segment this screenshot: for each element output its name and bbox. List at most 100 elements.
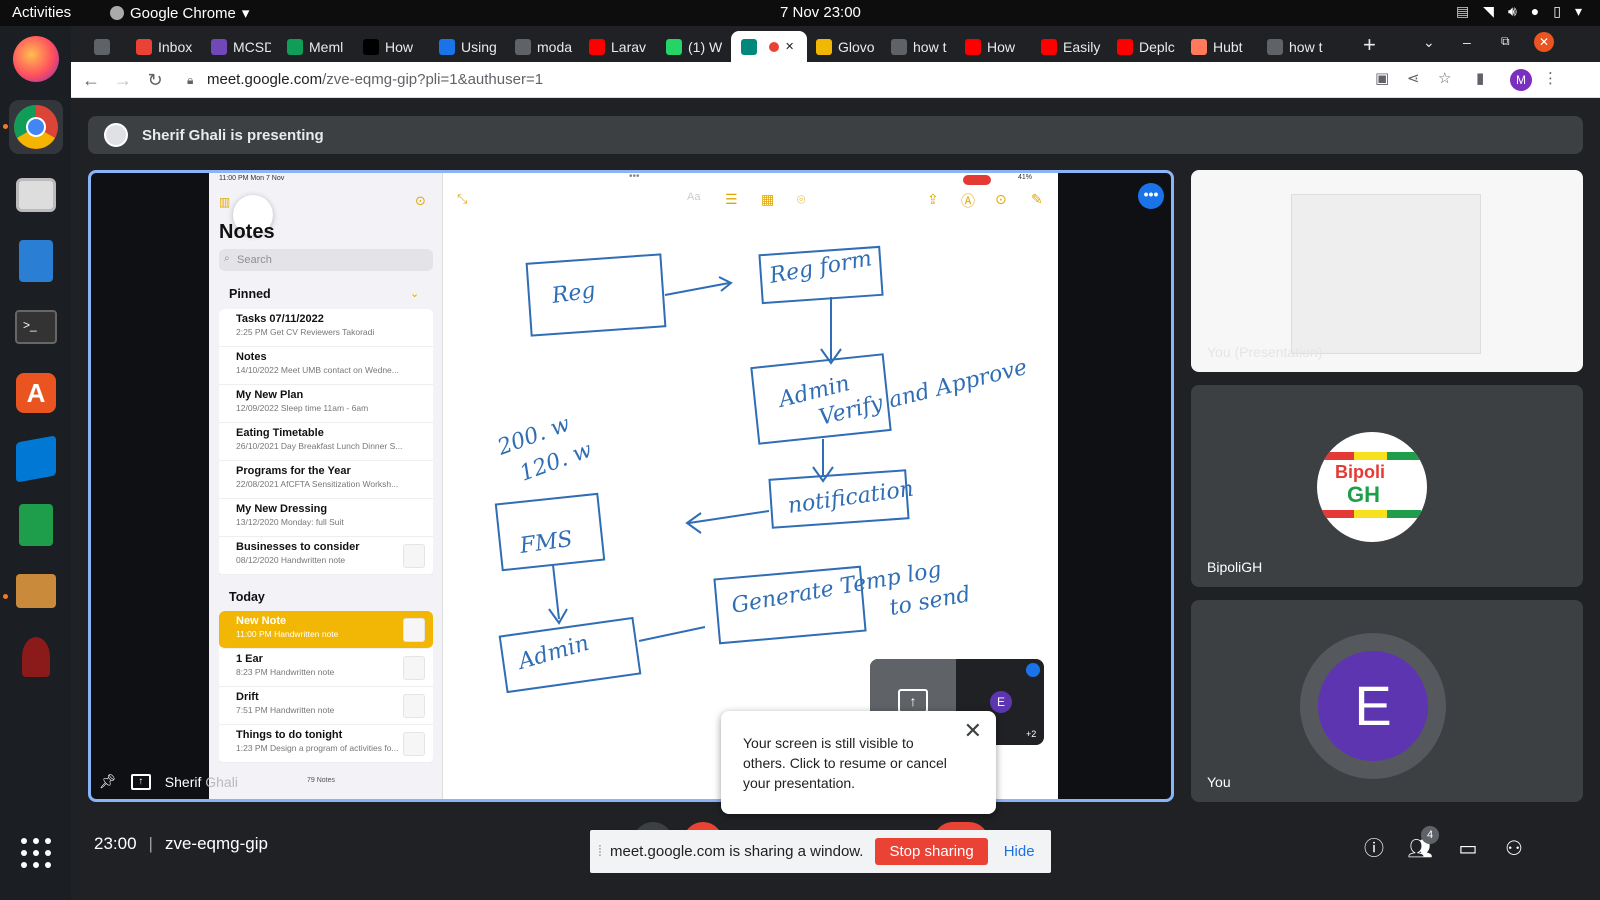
presentation-tile[interactable]: 11:00 PM Mon 7 Nov ▥ ⊙ Notes Search ⌕ Pi…	[88, 170, 1174, 802]
box-reg	[525, 253, 667, 337]
show-applications-icon[interactable]	[9, 826, 63, 880]
maximize-button[interactable]: ⧉	[1501, 34, 1510, 49]
tab-2[interactable]: MCSD	[201, 31, 271, 62]
s-icon	[439, 38, 455, 55]
profile-avatar[interactable]: M	[1510, 69, 1532, 91]
close-window-button[interactable]: ✕	[1534, 32, 1554, 52]
close-icon[interactable]: ✕	[964, 720, 982, 742]
note-subtitle: 2:25 PM Get CV Reviewers Takoradi	[236, 327, 375, 337]
presenter-first-name: Sherif	[164, 773, 202, 790]
chrome-small-icon	[110, 6, 124, 20]
activities-button[interactable]: Activities	[12, 4, 71, 21]
notes-sidebar: 11:00 PM Mon 7 Nov ▥ ⊙ Notes Search ⌕ Pi…	[209, 173, 443, 799]
screen-visible-tooltip[interactable]: Your screen is still visible to others. …	[721, 711, 996, 814]
note-item: Eating Timetable 26/10/2021 Day Breakfast…	[219, 423, 433, 461]
close-tab-icon[interactable]: ✕	[785, 40, 794, 53]
running-indicator	[3, 594, 8, 599]
wine-icon[interactable]	[9, 630, 63, 684]
lock-icon: 🔒︎	[187, 73, 194, 87]
share-icon[interactable]: ⋖	[1407, 69, 1420, 87]
ubuntu-dock: >_ A	[0, 26, 71, 900]
note-item: Notes 14/10/2022 Meet UMB contact on Wedn…	[219, 347, 433, 385]
note-thumbnail	[403, 544, 425, 568]
tab-1[interactable]: Inbox	[126, 31, 196, 62]
youtube-icon	[965, 38, 981, 55]
drag-handle-icon[interactable]: ⁞	[590, 843, 610, 860]
tab-label: Larav	[611, 38, 647, 55]
chrome-icon[interactable]	[9, 100, 63, 154]
pin-icon[interactable]: 📌︎	[99, 773, 117, 790]
plus-icon	[287, 38, 303, 55]
recording-dot-icon	[769, 41, 779, 52]
forward-button[interactable]: →	[111, 68, 135, 92]
handwritten-word: notification	[786, 477, 915, 519]
tab-3[interactable]: Meml	[277, 31, 347, 62]
tab-14[interactable]: Deplc	[1107, 31, 1177, 62]
note-item: My New Dressing 13/12/2020 Monday: full S…	[219, 499, 433, 537]
tab-search-button[interactable]: ⌄	[1423, 34, 1435, 51]
tab-15[interactable]: Hubt	[1181, 31, 1251, 62]
participant-tile-you[interactable]: E You	[1191, 600, 1583, 802]
tile-label: You (Presentation)	[1207, 344, 1323, 360]
tab-16[interactable]: how t	[1257, 31, 1327, 62]
activities-icon[interactable]: ⚇	[1499, 834, 1529, 864]
tab-11[interactable]: how t	[881, 31, 951, 62]
minimize-button[interactable]: –	[1463, 34, 1471, 50]
handwritten-word: Admin	[514, 631, 592, 675]
tab-9[interactable]: ✕	[731, 31, 807, 62]
participant-tile-bipoligh[interactable]: Bipoli GH BipoliGH	[1191, 385, 1583, 587]
clock[interactable]: 7 Nov 23:00	[780, 4, 861, 21]
address-bar[interactable]: 🔒︎ meet.google.com/zve-eqmg-gip?pli=1&au…	[187, 66, 1367, 94]
camera-blocked-icon[interactable]: ▣	[1375, 69, 1389, 87]
bookmark-star-icon[interactable]: ☆	[1438, 69, 1451, 87]
terminal-icon[interactable]: >_	[9, 300, 63, 354]
participant-tile-presentation[interactable]: You (Presentation)	[1191, 170, 1583, 372]
tab-12[interactable]: How	[955, 31, 1025, 62]
libreoffice-writer-icon[interactable]	[9, 234, 63, 288]
note-thumbnail	[403, 656, 425, 680]
meeting-details: 23:00 | zve-eqmg-gip	[94, 834, 268, 854]
note-title: My New Plan	[236, 389, 304, 401]
note-item: New Note 11:00 PM Handwritten note	[219, 611, 433, 649]
tab-0[interactable]	[84, 31, 118, 62]
software-center-icon[interactable]: A	[9, 366, 63, 420]
note-subtitle: 26/10/2021 Day Breakfast Lunch Dinner S.…	[236, 441, 403, 451]
reload-button[interactable]: ↻	[143, 68, 167, 92]
archive-manager-icon[interactable]	[9, 564, 63, 618]
tab-10[interactable]: Glovo	[806, 31, 876, 62]
tab-5[interactable]: Using	[429, 31, 499, 62]
files-icon[interactable]	[9, 168, 63, 222]
stop-sharing-button[interactable]: Stop sharing	[875, 838, 988, 865]
tab-8[interactable]: (1) W	[656, 31, 726, 62]
volume-icon: 🔊︎	[1507, 3, 1517, 19]
meet-icon	[741, 38, 757, 55]
app-menu[interactable]: Google Chrome ▾	[110, 4, 249, 22]
system-tray[interactable]: ▤ ◥ 🔊︎ ● ▯ ▾	[1456, 3, 1582, 20]
people-icon[interactable]: 👥︎ 4	[1405, 826, 1439, 864]
tab-7[interactable]: Larav	[579, 31, 649, 62]
note-item: Programs for the Year 22/08/2021 AfCFTA S…	[219, 461, 433, 499]
libreoffice-calc-icon[interactable]	[9, 498, 63, 552]
note-title: Programs for the Year	[236, 465, 351, 477]
new-tab-button[interactable]: +	[1363, 32, 1376, 58]
more-options-button[interactable]: •••	[1138, 183, 1164, 209]
chat-icon[interactable]: ▭	[1453, 834, 1483, 864]
chrome-menu-icon[interactable]: ⋮	[1543, 69, 1558, 87]
vscode-icon[interactable]	[9, 432, 63, 486]
back-button[interactable]: ←	[79, 68, 103, 92]
notes-count: 79 Notes	[307, 777, 336, 784]
youtube-icon	[589, 38, 605, 55]
hide-button[interactable]: Hide	[1004, 843, 1035, 860]
presenting-banner: Sherif Ghali is presenting	[88, 116, 1583, 154]
presenting-text: Sherif Ghali is presenting	[142, 126, 324, 144]
notes-title: Notes	[219, 221, 275, 243]
side-panel-icon[interactable]: ▮	[1476, 69, 1484, 87]
youtube-icon	[1041, 38, 1057, 55]
wifi-icon: ◥	[1483, 3, 1494, 19]
tab-6[interactable]: moda	[505, 31, 575, 62]
meeting-info-icon[interactable]: ⓘ	[1359, 834, 1389, 864]
tab-13[interactable]: Easily	[1031, 31, 1101, 62]
firefox-icon[interactable]	[13, 36, 59, 82]
tab-4[interactable]: How	[353, 31, 423, 62]
tab-label: How	[987, 38, 1016, 55]
